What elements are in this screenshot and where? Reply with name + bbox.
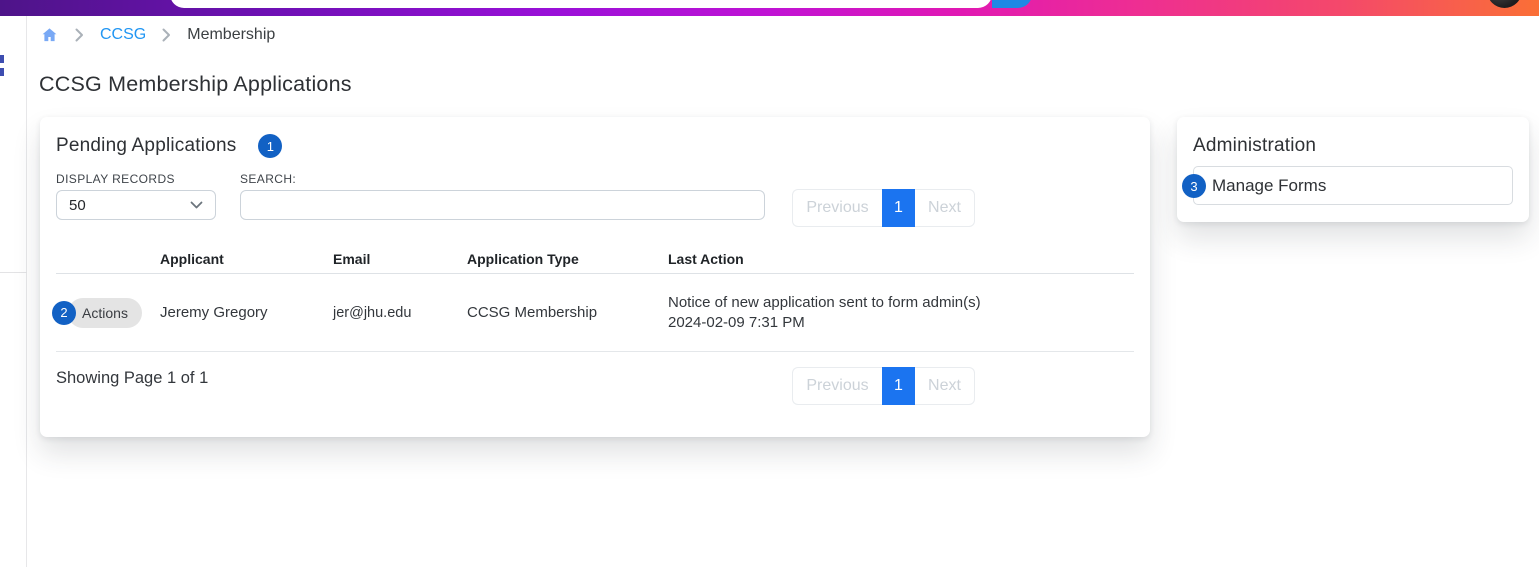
breadcrumb: CCSG Membership — [40, 26, 275, 44]
app-window: CCSG Membership CCSG Membership Applicat… — [0, 0, 1539, 567]
annotation-badge-3: 3 — [1182, 174, 1206, 198]
cell-applicant: Jeremy Gregory — [160, 304, 268, 321]
global-search-button[interactable] — [992, 0, 1032, 8]
chevron-right-icon — [75, 28, 84, 42]
actions-button[interactable]: Actions — [68, 297, 142, 328]
global-search-input[interactable] — [170, 0, 992, 8]
sidebar-divider — [0, 272, 27, 273]
previous-button[interactable]: Previous — [792, 367, 882, 405]
pending-applications-card: Pending Applications 1 DISPLAY RECORDS 5… — [40, 117, 1150, 437]
last-action-text: Notice of new application sent to form a… — [668, 293, 981, 311]
display-records-label: DISPLAY RECORDS — [56, 172, 175, 186]
last-action-timestamp: 2024-02-09 7:31 PM — [668, 313, 805, 331]
display-records-value: 50 — [69, 196, 86, 214]
page-title: CCSG Membership Applications — [39, 72, 352, 96]
next-button[interactable]: Next — [915, 367, 975, 405]
manage-forms-item[interactable]: 3 Manage Forms — [1182, 166, 1513, 205]
chevron-down-icon — [190, 201, 203, 209]
column-header-last-action: Last Action — [668, 251, 744, 267]
column-header-application-type: Application Type — [467, 251, 579, 267]
cell-email: jer@jhu.edu — [333, 304, 412, 321]
topbar — [0, 0, 1539, 16]
sidebar-clipped-text — [0, 55, 4, 63]
avatar[interactable] — [1487, 0, 1522, 8]
breadcrumb-link-ccsg[interactable]: CCSG — [100, 26, 146, 44]
pagination-bottom: Previous 1 Next — [792, 367, 975, 405]
table-row: Actions 2 Jeremy Gregory jer@jhu.edu CCS… — [52, 274, 1134, 352]
page-1-button[interactable]: 1 — [882, 367, 915, 405]
showing-page-text: Showing Page 1 of 1 — [56, 369, 209, 387]
admin-card-title: Administration — [1193, 135, 1317, 156]
table-header: Applicant Email Application Type Last Ac… — [56, 245, 1134, 274]
card-title: Pending Applications — [56, 135, 237, 156]
administration-card: Administration 3 Manage Forms — [1177, 117, 1529, 222]
page-1-button[interactable]: 1 — [882, 189, 915, 227]
annotation-badge-2: 2 — [52, 300, 76, 325]
home-icon[interactable] — [40, 26, 59, 44]
next-button[interactable]: Next — [915, 189, 975, 227]
pagination-top: Previous 1 Next — [792, 189, 975, 227]
table-search-label: SEARCH: — [240, 172, 297, 186]
cell-application-type: CCSG Membership — [467, 304, 598, 321]
manage-forms-label: Manage Forms — [1212, 175, 1327, 195]
table-search-input[interactable] — [240, 190, 765, 220]
breadcrumb-current: Membership — [187, 26, 276, 43]
column-header-email: Email — [333, 251, 371, 267]
annotation-badge-1: 1 — [258, 134, 283, 158]
display-records-select[interactable]: 50 — [56, 190, 216, 220]
left-sidebar — [0, 16, 27, 567]
column-header-applicant: Applicant — [160, 251, 224, 267]
cell-last-action: Notice of new application sent to form a… — [668, 293, 1134, 333]
sidebar-clipped-text — [0, 68, 4, 76]
chevron-right-icon — [162, 28, 171, 42]
previous-button[interactable]: Previous — [792, 189, 882, 227]
